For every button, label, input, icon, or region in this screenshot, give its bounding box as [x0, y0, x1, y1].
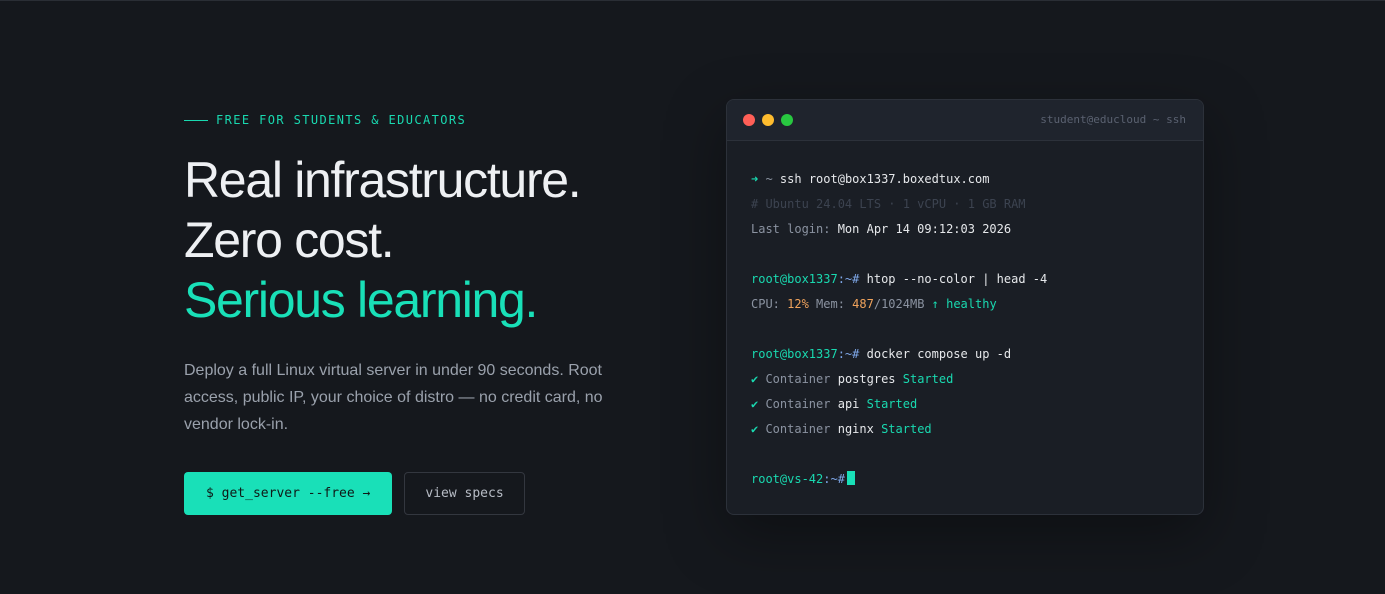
maximize-dot-icon: [781, 114, 793, 126]
terminal-window: student@educloud ~ ssh ➜ ~ ssh root@box1…: [726, 99, 1204, 515]
terminal-body: ➜ ~ ssh root@box1337.boxedtux.com # Ubun…: [727, 141, 1203, 492]
mem-label: Mem:: [808, 297, 853, 311]
container-status: Started: [873, 422, 932, 436]
terminal-line: CPU: 12% Mem: 487/1024MB ↑ healthy: [751, 292, 1179, 317]
container-status: Started: [895, 372, 954, 386]
page-title: Real infrastructure. Zero cost. Serious …: [184, 150, 644, 330]
minimize-dot-icon: [762, 114, 774, 126]
headline-line-3: Serious learning.: [184, 272, 538, 328]
hero-description: Deploy a full Linux virtual server in un…: [184, 362, 603, 433]
cpu-label: CPU:: [751, 297, 788, 311]
terminal-command: ssh root@box1337.boxedtux.com: [779, 172, 990, 186]
prompt-tilde: ~: [758, 172, 780, 186]
hero-actions: $ get_server --free → view specs: [184, 472, 644, 515]
terminal-line: # Ubuntu 24.04 LTS · 1 vCPU · 1 GB RAM: [751, 192, 1179, 217]
container-line: ✔ Container nginx Started: [751, 417, 1179, 442]
terminal-titlebar: student@educloud ~ ssh: [727, 100, 1203, 141]
terminal-line: root@box1337:~# htop --no-color | head -…: [751, 267, 1179, 292]
hero-section: FREE FOR STUDENTS & EDUCATORS Real infra…: [184, 112, 644, 515]
health-status: ↑ healthy: [931, 297, 997, 311]
container-line: ✔ Container api Started: [751, 392, 1179, 417]
terminal-title: student@educloud ~ ssh: [1040, 113, 1186, 126]
last-login-value: Mon Apr 14 09:12:03 2026: [837, 222, 1012, 236]
get-server-button[interactable]: $ get_server --free →: [184, 472, 393, 515]
prompt-user: root@vs-42: [751, 472, 824, 486]
prompt-sep: :~#: [837, 272, 860, 286]
container-label: Container: [758, 372, 838, 386]
prompt-sep: :~#: [823, 472, 845, 486]
eyebrow-text: FREE FOR STUDENTS & EDUCATORS: [216, 113, 467, 127]
prompt-user: root@box1337: [751, 347, 838, 361]
terminal-command: docker compose up -d: [859, 347, 1012, 361]
terminal-line: ➜ ~ ssh root@box1337.boxedtux.com: [751, 167, 1179, 192]
headline-line-1: Real infrastructure.: [184, 152, 582, 208]
mem-total: /1024MB: [873, 297, 932, 311]
last-login-label: Last login:: [751, 222, 838, 236]
terminal-line: root@vs-42:~#: [751, 467, 1179, 492]
prompt-sep: :~#: [837, 347, 860, 361]
terminal-line: root@box1337:~# docker compose up -d: [751, 342, 1179, 367]
prompt-user: root@box1337: [751, 272, 838, 286]
container-status: Started: [859, 397, 918, 411]
terminal-command: htop --no-color | head -4: [859, 272, 1048, 286]
eyebrow-line: [184, 119, 208, 121]
container-name: postgres: [837, 372, 896, 386]
cpu-value: 12%: [787, 297, 809, 311]
terminal-line: Last login: Mon Apr 14 09:12:03 2026: [751, 217, 1179, 242]
container-line: ✔ Container postgres Started: [751, 367, 1179, 392]
terminal-comment: # Ubuntu 24.04 LTS · 1 vCPU · 1 GB RAM: [751, 197, 1026, 211]
headline-line-2: Zero cost.: [184, 212, 395, 268]
window-controls: [743, 114, 793, 126]
container-label: Container: [758, 422, 838, 436]
container-label: Container: [758, 397, 838, 411]
container-name: api: [837, 397, 860, 411]
container-name: nginx: [837, 422, 874, 436]
eyebrow: FREE FOR STUDENTS & EDUCATORS: [184, 112, 644, 128]
view-specs-button[interactable]: view specs: [404, 472, 525, 515]
cursor-icon: [846, 471, 855, 485]
close-dot-icon: [743, 114, 755, 126]
mem-value: 487: [852, 297, 874, 311]
